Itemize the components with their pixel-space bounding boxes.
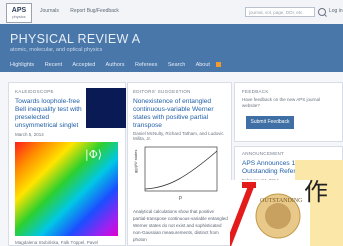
kaleidoscope-date: March 5, 2014 [15,132,44,137]
search-input[interactable]: journal, vol, page, DOI, etc. [245,7,315,17]
rss-icon[interactable] [216,62,222,68]
top-nav-journals[interactable]: Journals [40,8,59,14]
top-nav-report-bug[interactable]: Report Bug/Feedback [70,8,119,14]
red-corner [242,182,256,188]
journal-title: PHYSICAL REVIEW A [10,32,141,46]
seal-text: OUTSTANDING [260,198,303,204]
nav-search[interactable]: Search [168,62,185,68]
kaleidoscope-image[interactable]: |Φ⟩ [15,142,118,236]
nav-highlights[interactable]: Highlights [10,62,34,68]
nav-recent[interactable]: Recent [45,62,62,68]
feedback-label: FEEDBACK [242,89,269,94]
journal-nav: Highlights Recent Accepted Authors Refer… [10,62,230,68]
kaleidoscope-caption: Magdalena Stobińska, Falk Töppel, Pavel [15,240,98,245]
top-bar: APS physics Journals Report Bug/Feedback… [0,0,343,25]
editors-figure[interactable]: g(p)/Ψ states p [133,143,223,203]
editors-body: Analytical calculations show that positi… [133,209,228,242]
editors-title[interactable]: Nonexistence of entangled continuous-var… [133,98,229,130]
figure-ylabel: g(p)/Ψ states [133,150,138,173]
login-link[interactable]: Log in [329,8,343,14]
editors-label: EDITORS' SUGGESTION [133,89,191,94]
overlay-character: 作 [304,178,328,206]
referee-seal-inner [265,203,291,229]
logo-subtext: physics [12,14,26,19]
figure-xlabel: p [179,195,182,201]
feedback-text: Have feedback on the new APS journal web… [242,97,321,108]
submit-feedback-button[interactable]: Submit Feedback [246,116,294,129]
nav-about[interactable]: About [196,62,210,68]
nav-accepted[interactable]: Accepted [72,62,95,68]
figure-frame [144,146,218,192]
outstanding-referee-overlay: OUTSTANDING 作 [230,160,343,246]
journal-subtitle: atomic, molecular, and optical physics [10,47,103,53]
nav-referees[interactable]: Referees [135,62,157,68]
kaleidoscope-label: KALEIDOSCOPE [15,89,54,94]
top-nav: Journals Report Bug/Feedback [40,8,129,14]
logo-text: APS [11,7,27,14]
rainbow-plot-image [15,142,118,236]
kaleidoscope-dark-thumb [86,88,126,128]
nav-authors[interactable]: Authors [106,62,125,68]
editors-authors: Daniel McNulty, Richard Tatham, and Ludo… [133,131,224,141]
kaleidoscope-title[interactable]: Towards loophole-free Bell inequality te… [15,98,89,130]
announcement-label: ANNOUNCEMENT [242,151,285,156]
search-icon[interactable] [318,8,326,16]
aps-logo[interactable]: APS physics [6,3,32,23]
phi-ket-label: |Φ⟩ [85,148,103,161]
